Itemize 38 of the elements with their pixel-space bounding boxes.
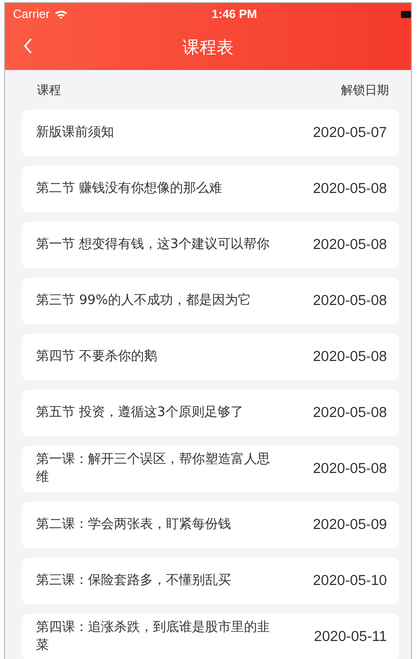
battery-icon: [401, 10, 411, 18]
unlock-date: 2020-05-07: [312, 125, 387, 141]
course-row[interactable]: 第二节 赚钱没有你想像的那么难 2020-05-08: [22, 166, 399, 212]
course-row[interactable]: 第一节 想变得有钱，这3个建议可以帮你 2020-05-08: [22, 222, 399, 268]
course-row[interactable]: 第五节 投资，遵循这3个原则足够了 2020-05-08: [22, 390, 399, 436]
unlock-date: 2020-05-09: [312, 517, 387, 533]
course-row[interactable]: 第四课：追涨杀跌，到底谁是股市里的韭菜 2020-05-11: [22, 614, 399, 659]
course-row[interactable]: 第二课：学会两张表，盯紧每份钱 2020-05-09: [22, 502, 399, 548]
course-row[interactable]: 第三课：保险套路多，不懂别乱买 2020-05-10: [22, 558, 399, 604]
unlock-date: 2020-05-08: [312, 237, 387, 253]
course-row[interactable]: 第一课：解开三个误区，帮你塑造富人思维 2020-05-08: [22, 446, 399, 492]
course-title: 第四节 不要杀你的鹅: [36, 348, 158, 366]
course-title: 第五节 投资，遵循这3个原则足够了: [36, 404, 244, 422]
back-chevron-icon: [23, 37, 33, 55]
time-label: 1:46 PM: [212, 7, 258, 21]
course-title: 第一节 想变得有钱，这3个建议可以帮你: [36, 236, 270, 254]
course-title: 第三节 99%的人不成功，都是因为它: [36, 292, 252, 310]
unlock-date: 2020-05-08: [312, 405, 387, 421]
course-title: 第二课：学会两张表，盯紧每份钱: [36, 516, 232, 534]
course-row[interactable]: 第三节 99%的人不成功，都是因为它 2020-05-08: [22, 278, 399, 324]
carrier-label: Carrier: [13, 7, 50, 21]
course-title: 第一课：解开三个误区，帮你塑造富人思维: [36, 451, 271, 487]
unlock-date: 2020-05-10: [312, 573, 387, 589]
course-title: 第二节 赚钱没有你想像的那么难: [36, 180, 224, 198]
course-row[interactable]: 新版课前须知 2020-05-07: [22, 110, 399, 156]
unlock-date: 2020-05-11: [314, 629, 387, 645]
column-header: 解锁日期: [341, 82, 389, 98]
wifi-icon: [54, 8, 68, 20]
page-title: 课程表: [182, 37, 234, 59]
unlock-date: 2020-05-08: [312, 181, 387, 197]
column-header: 课程: [37, 82, 61, 98]
unlock-date: 2020-05-08: [312, 293, 387, 309]
course-title: 第四课：追涨杀跌，到底谁是股市里的韭菜: [36, 619, 271, 655]
unlock-date: 2020-05-08: [312, 461, 387, 477]
unlock-date: 2020-05-08: [312, 349, 387, 365]
course-title: 新版课前须知: [36, 124, 115, 142]
course-title: 第三课：保险套路多，不懂别乱买: [36, 572, 232, 590]
course-row[interactable]: 第四节 不要杀你的鹅 2020-05-08: [22, 334, 399, 380]
